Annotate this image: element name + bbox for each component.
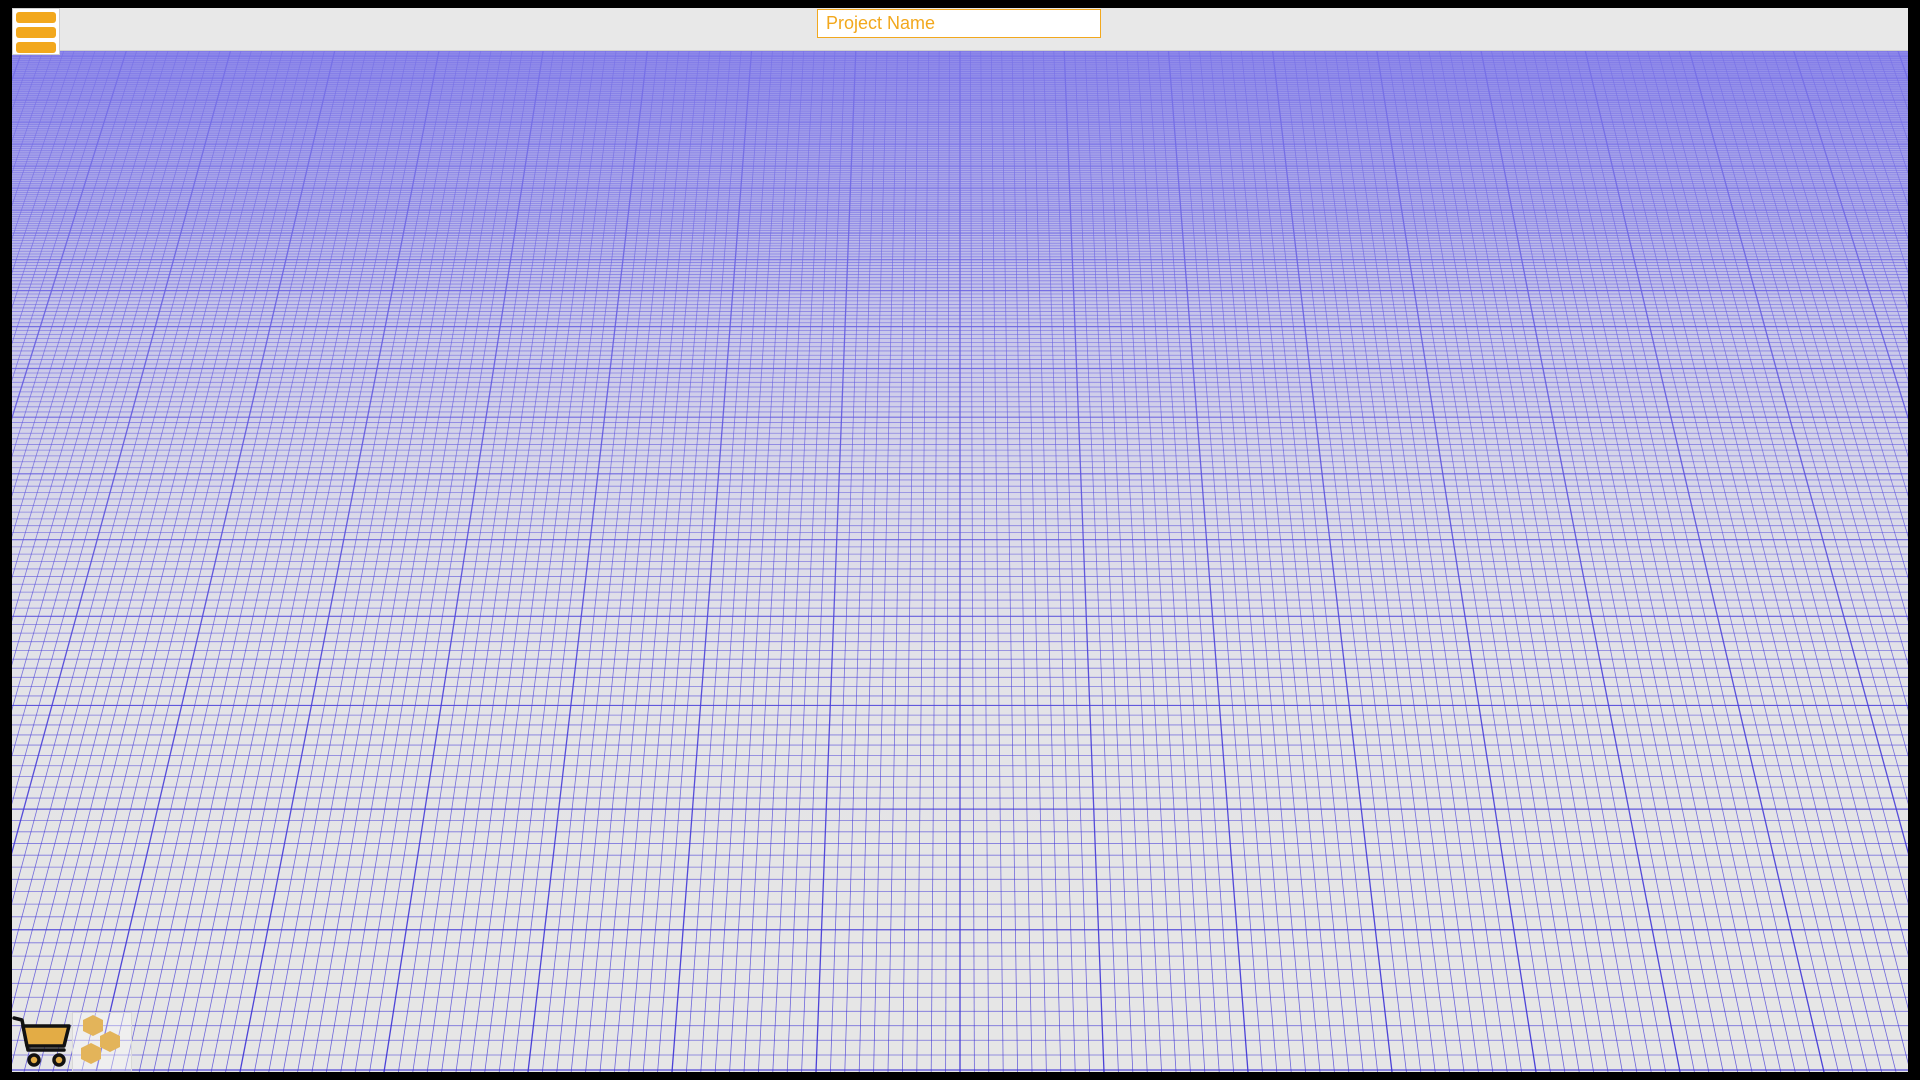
app-window	[12, 8, 1908, 1072]
perspective-grid	[12, 50, 1908, 1072]
bottom-toolbar	[12, 1012, 132, 1072]
shopping-cart-icon	[12, 1016, 71, 1067]
hexagon-cluster-icon	[81, 1015, 120, 1064]
cart-button[interactable]	[12, 1012, 72, 1072]
3d-grid-viewport[interactable]	[12, 50, 1908, 1072]
menu-bar-top	[16, 12, 56, 23]
menu-bar-bottom	[16, 42, 56, 53]
menu-button[interactable]	[12, 8, 60, 55]
menu-bar-middle	[16, 27, 56, 38]
project-name-input[interactable]	[817, 9, 1101, 38]
parts-button[interactable]	[72, 1012, 132, 1072]
top-toolbar	[12, 8, 1908, 51]
